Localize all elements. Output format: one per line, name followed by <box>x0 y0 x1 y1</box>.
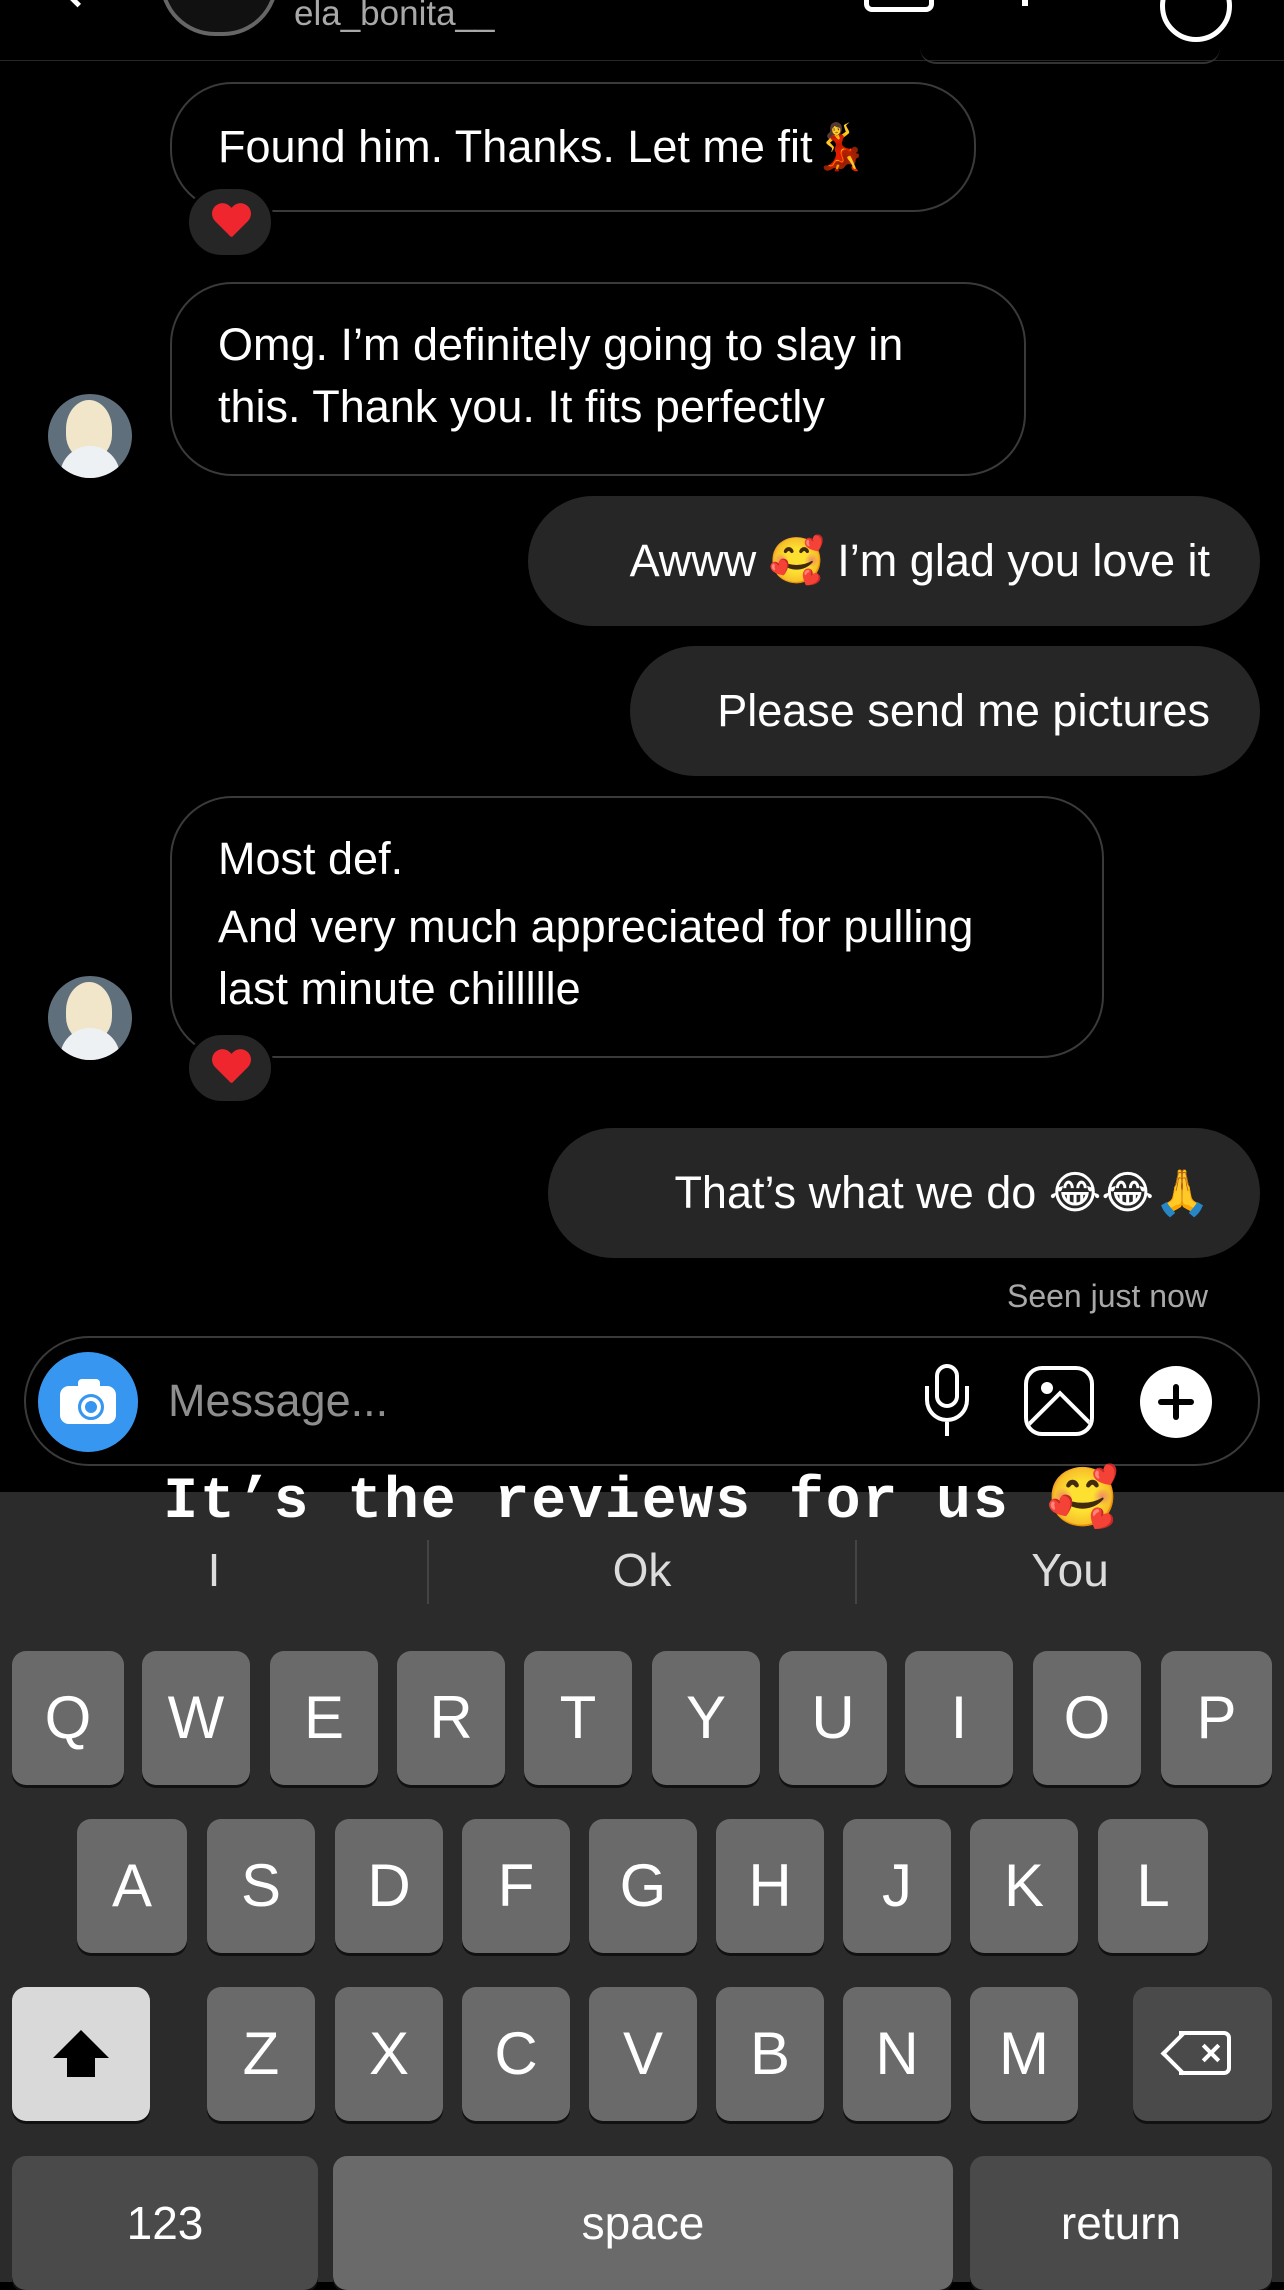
chat-header: ela_bonita__ <box>0 0 1284 64</box>
key-g[interactable]: G <box>589 1819 697 1953</box>
space-key[interactable]: space <box>333 2156 953 2290</box>
message-text: That’s what we do 😂😂🙏 <box>674 1167 1210 1218</box>
delete-icon <box>1160 2031 1231 2076</box>
shift-icon <box>53 2030 109 2080</box>
username[interactable]: ela_bonita__ <box>294 0 494 34</box>
sender-avatar[interactable] <box>48 394 132 478</box>
text-overlay: It’s the reviews for us 🥰 <box>163 1470 1121 1535</box>
message-text: this. Thank you. It fits perfectly <box>218 381 825 432</box>
key-i[interactable]: I <box>905 1651 1013 1785</box>
key-k[interactable]: K <box>970 1819 1078 1953</box>
key-d[interactable]: D <box>335 1819 443 1953</box>
reaction-badge[interactable] <box>186 1032 274 1104</box>
video-call-icon[interactable] <box>864 0 934 12</box>
phone-icon[interactable] <box>1022 0 1028 6</box>
key-j[interactable]: J <box>843 1819 951 1953</box>
message-bubble-sent[interactable]: Please send me pictures <box>630 646 1260 776</box>
plus-icon[interactable] <box>1140 1366 1212 1438</box>
key-n[interactable]: N <box>843 1987 951 2121</box>
key-y[interactable]: Y <box>652 1651 760 1785</box>
return-key[interactable]: return <box>970 2156 1272 2290</box>
predictive-text-bar: I Ok You <box>0 1528 1284 1612</box>
key-x[interactable]: X <box>335 1987 443 2121</box>
key-e[interactable]: E <box>270 1651 378 1785</box>
key-m[interactable]: M <box>970 1987 1078 2121</box>
key-c[interactable]: C <box>462 1987 570 2121</box>
heart-icon <box>211 1050 251 1086</box>
key-z[interactable]: Z <box>207 1987 315 2121</box>
numbers-key[interactable]: 123 <box>12 2156 318 2290</box>
prediction-option[interactable]: Ok <box>428 1528 856 1612</box>
shift-key[interactable] <box>12 1987 150 2121</box>
delete-key[interactable] <box>1133 1987 1272 2121</box>
message-text: last minute chillllle <box>218 963 581 1014</box>
message-bubble-sent[interactable]: Awww 🥰 I’m glad you love it <box>528 496 1260 626</box>
key-h[interactable]: H <box>716 1819 824 1953</box>
prediction-option[interactable]: You <box>856 1528 1284 1612</box>
key-v[interactable]: V <box>589 1987 697 2121</box>
message-text: Omg. I’m definitely going to slay in <box>218 319 904 370</box>
info-icon[interactable] <box>1160 0 1232 42</box>
message-bubble-received[interactable]: Most def. And very much appreciated for … <box>170 796 1104 1058</box>
sender-avatar[interactable] <box>48 976 132 1060</box>
microphone-icon[interactable] <box>922 1364 972 1440</box>
key-a[interactable]: A <box>77 1819 187 1953</box>
message-text: Please send me pictures <box>717 685 1210 736</box>
message-text: And very much appreciated for pulling <box>218 901 974 952</box>
key-f[interactable]: F <box>462 1819 570 1953</box>
heart-icon <box>211 204 251 240</box>
message-bubble-sent[interactable]: That’s what we do 😂😂🙏 <box>548 1128 1260 1258</box>
previous-message-edge <box>920 48 1220 64</box>
key-w[interactable]: W <box>142 1651 250 1785</box>
header-avatar[interactable] <box>160 0 278 36</box>
key-b[interactable]: B <box>716 1987 824 2121</box>
key-r[interactable]: R <box>397 1651 505 1785</box>
message-text: Found him. Thanks. Let me fit💃 <box>218 121 869 172</box>
prediction-option[interactable]: I <box>0 1528 428 1612</box>
key-u[interactable]: U <box>779 1651 887 1785</box>
message-text: Awww 🥰 I’m glad you love it <box>629 535 1210 586</box>
key-q[interactable]: Q <box>12 1651 124 1785</box>
gallery-icon[interactable] <box>1024 1366 1094 1436</box>
reaction-badge[interactable] <box>186 186 274 258</box>
message-bubble-received[interactable]: Found him. Thanks. Let me fit💃 <box>170 82 976 212</box>
message-input[interactable] <box>168 1368 868 1434</box>
key-t[interactable]: T <box>524 1651 632 1785</box>
message-text: Most def. <box>218 833 404 884</box>
key-l[interactable]: L <box>1098 1819 1208 1953</box>
camera-icon[interactable] <box>38 1352 138 1452</box>
key-p[interactable]: P <box>1161 1651 1272 1785</box>
back-icon[interactable] <box>55 0 100 8</box>
key-s[interactable]: S <box>207 1819 315 1953</box>
seen-status: Seen just now <box>1006 1278 1208 1314</box>
key-o[interactable]: O <box>1033 1651 1141 1785</box>
message-composer <box>24 1336 1260 1466</box>
message-bubble-received[interactable]: Omg. I’m definitely going to slay in thi… <box>170 282 1026 476</box>
